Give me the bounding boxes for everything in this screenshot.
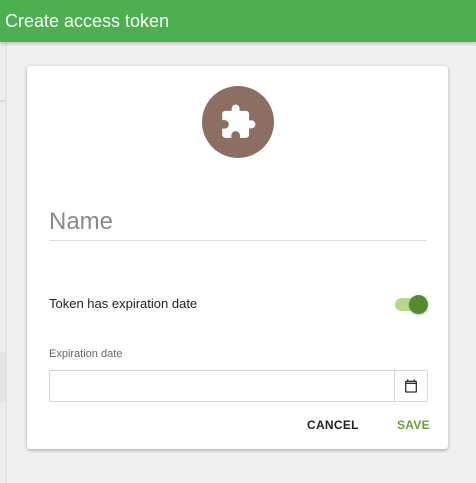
name-input[interactable] (49, 206, 427, 238)
expiration-date-label: Expiration date (49, 348, 123, 360)
calendar-icon (405, 379, 417, 393)
sidebar-edge (0, 42, 7, 483)
save-button[interactable]: SAVE (397, 418, 430, 432)
puzzle-piece-icon (222, 104, 256, 138)
expiration-toggle[interactable] (395, 295, 428, 314)
page-title: Create access token (5, 11, 170, 31)
token-avatar (202, 86, 274, 158)
calendar-button[interactable] (394, 371, 427, 401)
token-form-card: Token has expiration date Expiration dat… (27, 66, 448, 449)
name-field[interactable] (49, 206, 427, 241)
toggle-thumb (409, 295, 428, 314)
expiration-date-input[interactable] (50, 371, 392, 399)
sidebar-highlight (0, 352, 6, 402)
app-header: Create access token (0, 0, 476, 42)
expiration-date-field[interactable] (49, 370, 428, 402)
cancel-button[interactable]: CANCEL (307, 418, 359, 432)
expiration-toggle-label: Token has expiration date (49, 296, 198, 311)
sidebar-divider (0, 100, 6, 102)
